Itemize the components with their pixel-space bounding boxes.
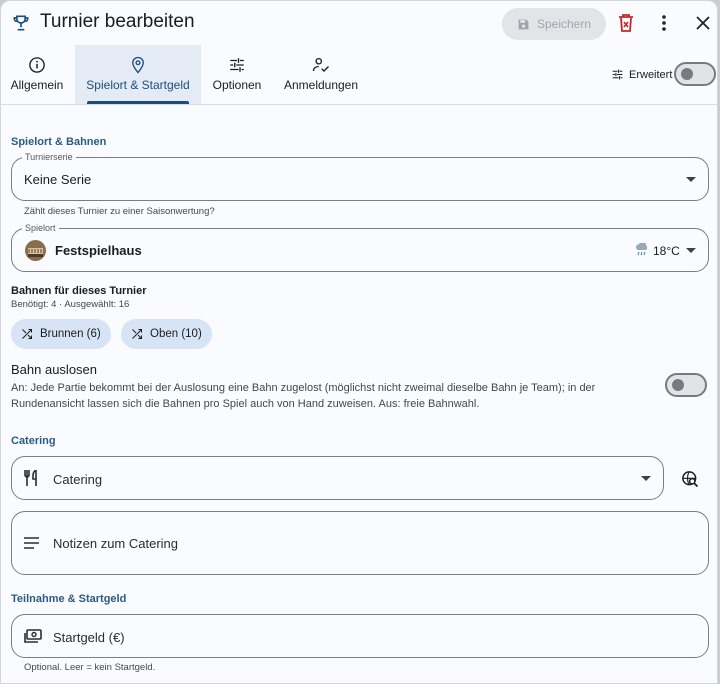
catering-placeholder: Catering (53, 472, 103, 487)
notes-icon (24, 537, 39, 549)
series-field-label: Turnierserie (22, 152, 76, 162)
tab-bar: Allgemein Spielort & Startgeld Optionen (1, 45, 717, 105)
venue-avatar (25, 240, 46, 261)
rain-cloud-icon (636, 243, 648, 256)
page-title: Turnier bearbeiten (40, 11, 195, 32)
lane-draw-description: An: Jede Partie bekommt bei der Auslosun… (11, 382, 596, 410)
chevron-down-icon (686, 177, 696, 182)
catering-notes-field[interactable]: Notizen zum Catering (11, 511, 709, 575)
entry-fee-hint: Optional. Leer = kein Startgeld. (24, 662, 156, 673)
save-button-label: Speichern (536, 17, 592, 31)
trophy-icon (13, 15, 29, 31)
venue-field-label: Spielort (22, 223, 59, 233)
save-button[interactable]: Speichern (502, 8, 606, 40)
info-icon (29, 57, 45, 73)
advanced-toggle[interactable] (674, 62, 716, 86)
tab-label: Allgemein (10, 78, 64, 92)
lanes-summary: Benötigt: 4 · Ausgewählt: 16 (11, 299, 130, 310)
tab-optionen[interactable]: Optionen (205, 45, 269, 104)
section-title-venue: Spielort & Bahnen (11, 136, 107, 148)
more-menu-button[interactable] (654, 13, 674, 33)
lane-chip-brunnen[interactable]: Brunnen (6) (11, 319, 111, 349)
lane-draw-title: Bahn auslosen (11, 362, 98, 377)
venue-select[interactable]: Spielort Festspielhaus 18°C (11, 223, 709, 272)
catering-select[interactable]: Catering (11, 456, 664, 500)
trash-icon (619, 14, 633, 32)
weather-temp: 18°C (653, 244, 680, 258)
shuffle-icon (22, 329, 32, 339)
series-hint: Zählt dieses Turnier zu einer Saisonwert… (24, 206, 215, 217)
section-title-fee: Teilnahme & Startgeld (11, 593, 127, 605)
sliders-icon (230, 58, 244, 72)
close-icon (696, 16, 710, 30)
lane-chip-oben[interactable]: Oben (10) (121, 319, 212, 349)
toggle-knob (672, 379, 684, 391)
more-vertical-icon (662, 15, 666, 31)
series-value: Keine Serie (24, 172, 92, 187)
tab-spielort-startgeld[interactable]: Spielort & Startgeld (75, 45, 201, 104)
close-button[interactable] (693, 13, 713, 33)
catering-lookup-button[interactable] (681, 470, 699, 488)
lanes-title: Bahnen für dieses Turnier (11, 285, 147, 297)
dialog-header: Turnier bearbeiten Speichern (1, 1, 717, 45)
money-icon (24, 629, 42, 643)
series-select[interactable]: Turnierserie Keine Serie (11, 152, 709, 201)
location-pin-icon (132, 56, 144, 74)
tab-label: Spielort & Startgeld (86, 78, 190, 92)
tab-allgemein[interactable]: Allgemein (1, 45, 73, 104)
fork-knife-icon (24, 470, 37, 486)
entry-fee-field[interactable]: Startgeld (€) (11, 614, 709, 658)
venue-value: Festspielhaus (55, 243, 142, 258)
entry-fee-placeholder: Startgeld (€) (53, 630, 125, 645)
chip-label: Brunnen (6) (40, 328, 101, 340)
floppy-disk-icon (518, 19, 529, 29)
tab-label: Anmeldungen (283, 78, 359, 92)
chevron-down-icon (641, 476, 651, 481)
catering-notes-placeholder: Notizen zum Catering (53, 536, 178, 551)
edit-tournament-dialog: Turnier bearbeiten Speichern Allgemein S… (0, 0, 718, 684)
lane-draw-toggle[interactable] (665, 373, 707, 397)
chip-label: Oben (10) (150, 328, 202, 340)
tune-icon (612, 69, 623, 80)
delete-button[interactable] (616, 13, 636, 33)
active-tab-indicator (87, 101, 189, 104)
globe-search-icon (682, 471, 699, 488)
chevron-down-icon (686, 248, 696, 253)
tab-anmeldungen[interactable]: Anmeldungen (281, 45, 361, 104)
shuffle-icon (132, 329, 142, 339)
tab-label: Optionen (212, 78, 262, 92)
person-check-icon (312, 57, 329, 72)
toggle-knob (681, 68, 693, 80)
advanced-toggle-label: Erweitert (611, 68, 672, 81)
section-title-catering: Catering (11, 435, 56, 447)
